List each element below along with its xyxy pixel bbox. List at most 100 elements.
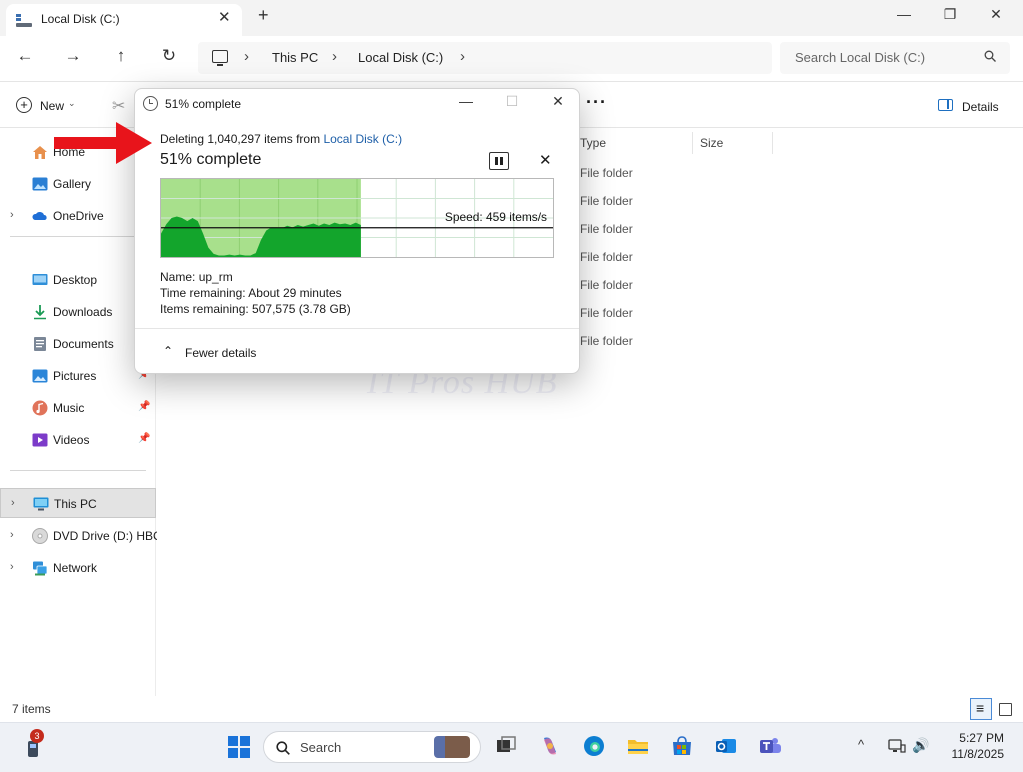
breadcrumb-chevron-icon[interactable]: › bbox=[244, 48, 249, 65]
close-button[interactable]: ✕ bbox=[982, 6, 1010, 28]
sidebar-item-dvd-drive[interactable]: › DVD Drive (D:) HBC bbox=[0, 521, 162, 551]
stop-button[interactable]: ✕ bbox=[539, 151, 552, 169]
clock-icon bbox=[143, 96, 158, 111]
new-button-label: New bbox=[40, 99, 65, 113]
breadcrumb-chevron-icon[interactable]: › bbox=[332, 48, 337, 65]
table-row[interactable]: File folder bbox=[580, 194, 633, 208]
volume-icon[interactable]: 🔊 bbox=[912, 737, 929, 754]
location-link[interactable]: Local Disk (C:) bbox=[323, 132, 402, 146]
table-row[interactable]: File folder bbox=[580, 306, 633, 320]
outlook-icon[interactable] bbox=[714, 734, 738, 758]
tab-close-button[interactable]: ✕ bbox=[218, 8, 231, 26]
expand-chevron-icon[interactable]: › bbox=[11, 497, 15, 509]
forward-button[interactable]: → bbox=[60, 46, 86, 70]
red-arrow-annotation bbox=[54, 122, 152, 164]
refresh-button[interactable]: ↻ bbox=[156, 46, 182, 70]
search-placeholder: Search Local Disk (C:) bbox=[795, 50, 926, 65]
sidebar-item-music[interactable]: Music 📌 bbox=[0, 393, 156, 423]
sidebar-item-onedrive[interactable]: › OneDrive bbox=[0, 201, 156, 231]
expand-chevron-icon[interactable]: › bbox=[10, 529, 14, 541]
expand-chevron-icon[interactable]: › bbox=[10, 209, 14, 221]
back-button[interactable]: ← bbox=[12, 46, 38, 70]
tiles-view-button[interactable] bbox=[996, 700, 1014, 718]
table-row[interactable]: File folder bbox=[580, 334, 633, 348]
maximize-button[interactable]: ❐ bbox=[936, 6, 964, 28]
table-row[interactable]: File folder bbox=[580, 250, 633, 264]
clock-date[interactable]: 11/8/2025 bbox=[944, 747, 1005, 761]
pin-icon[interactable]: 📌 bbox=[138, 433, 150, 444]
address-bar[interactable]: › This PC › Local Disk (C:) › bbox=[198, 42, 772, 74]
sidebar-item-pictures[interactable]: Pictures 📌 bbox=[0, 361, 156, 391]
search-input[interactable]: Search Local Disk (C:) bbox=[780, 42, 1010, 74]
network-icon bbox=[33, 561, 48, 576]
sidebar-item-this-pc[interactable]: › This PC bbox=[0, 488, 156, 518]
drive-icon bbox=[16, 14, 32, 27]
name-value: up_rm bbox=[198, 270, 233, 284]
up-button[interactable]: ↑ bbox=[108, 46, 134, 70]
taskbar-search[interactable]: Search bbox=[263, 731, 481, 763]
table-row[interactable]: File folder bbox=[580, 166, 633, 180]
sidebar-item-network[interactable]: › Network bbox=[0, 553, 156, 583]
breadcrumb-chevron-icon[interactable]: › bbox=[460, 48, 465, 65]
sidebar-item-label: Documents bbox=[53, 337, 114, 351]
table-row[interactable]: File folder bbox=[580, 222, 633, 236]
tab-local-disk[interactable]: Local Disk (C:) ✕ bbox=[6, 4, 242, 36]
percent-complete: 51% complete bbox=[160, 151, 262, 168]
task-view-icon[interactable] bbox=[494, 734, 518, 758]
sidebar-item-downloads[interactable]: Downloads bbox=[0, 297, 156, 327]
search-icon bbox=[984, 50, 996, 62]
copilot-icon[interactable] bbox=[538, 734, 562, 758]
breadcrumb-local-disk[interactable]: Local Disk (C:) bbox=[358, 50, 443, 65]
pause-button[interactable] bbox=[489, 152, 509, 170]
start-button[interactable] bbox=[228, 736, 250, 758]
minimize-button[interactable]: — bbox=[890, 6, 918, 28]
this-pc-icon bbox=[33, 497, 49, 511]
taskbar-search-label: Search bbox=[300, 740, 342, 755]
details-pane-icon bbox=[938, 99, 953, 111]
delete-progress-dialog: 51% complete — ☐ ✕ Deleting 1,040,297 it… bbox=[134, 88, 580, 374]
notification-badge: 3 bbox=[30, 729, 44, 743]
chevron-up-icon: ⌃ bbox=[163, 344, 174, 358]
column-header-size[interactable]: Size bbox=[700, 136, 723, 150]
sidebar-item-gallery[interactable]: Gallery bbox=[0, 169, 156, 199]
show-hidden-icons-button[interactable]: ^ bbox=[858, 737, 864, 752]
pin-icon[interactable]: 📌 bbox=[138, 401, 150, 412]
desktop-screen: Local Disk (C:) ✕ + — ❐ ✕ ← → ↑ ↻ › This… bbox=[0, 0, 1023, 772]
dialog-divider bbox=[135, 328, 579, 329]
column-header-type[interactable]: Type bbox=[580, 136, 606, 150]
details-view-button[interactable] bbox=[970, 698, 992, 720]
downloads-icon bbox=[34, 305, 46, 320]
expand-chevron-icon[interactable]: › bbox=[10, 561, 14, 573]
sidebar-item-desktop[interactable]: Desktop bbox=[0, 265, 156, 295]
more-options-button[interactable]: ··· bbox=[586, 92, 607, 113]
dialog-close-button[interactable]: ✕ bbox=[543, 93, 573, 117]
microsoft-store-icon[interactable] bbox=[670, 734, 694, 758]
cut-icon[interactable]: ✂ bbox=[112, 96, 125, 116]
edge-icon[interactable] bbox=[582, 734, 606, 758]
file-explorer-icon[interactable] bbox=[626, 734, 650, 758]
pictures-icon bbox=[32, 369, 48, 383]
table-row[interactable]: File folder bbox=[580, 278, 633, 292]
plus-icon: + bbox=[16, 97, 32, 113]
tab-title: Local Disk (C:) bbox=[41, 12, 120, 26]
breadcrumb-this-pc[interactable]: This PC bbox=[272, 50, 318, 65]
navigation-pane: Home Gallery › OneDrive Desktop Download… bbox=[0, 128, 162, 696]
music-icon bbox=[32, 400, 48, 416]
network-status-icon[interactable] bbox=[888, 739, 906, 753]
time-remaining-row: Time remaining: About 29 minutes bbox=[160, 285, 351, 301]
dialog-titlebar[interactable]: 51% complete — ☐ ✕ bbox=[135, 89, 579, 121]
videos-icon bbox=[32, 433, 48, 447]
dialog-minimize-button[interactable]: — bbox=[451, 93, 481, 117]
new-tab-button[interactable]: + bbox=[258, 5, 269, 26]
clock-time[interactable]: 5:27 PM bbox=[944, 731, 1004, 745]
teams-icon[interactable] bbox=[758, 734, 782, 758]
name-label: Name: bbox=[160, 270, 196, 284]
sidebar-item-label: Videos bbox=[53, 433, 90, 447]
speed-label: Speed: 459 items/s bbox=[445, 210, 547, 224]
sidebar-item-documents[interactable]: Documents bbox=[0, 329, 156, 359]
navigation-bar: ← → ↑ ↻ › This PC › Local Disk (C:) › Se… bbox=[0, 36, 1023, 82]
sidebar-item-videos[interactable]: Videos 📌 bbox=[0, 425, 156, 455]
column-divider[interactable] bbox=[692, 132, 693, 154]
items-remaining-row: Items remaining: 507,575 (3.78 GB) bbox=[160, 301, 351, 317]
column-divider[interactable] bbox=[772, 132, 773, 154]
